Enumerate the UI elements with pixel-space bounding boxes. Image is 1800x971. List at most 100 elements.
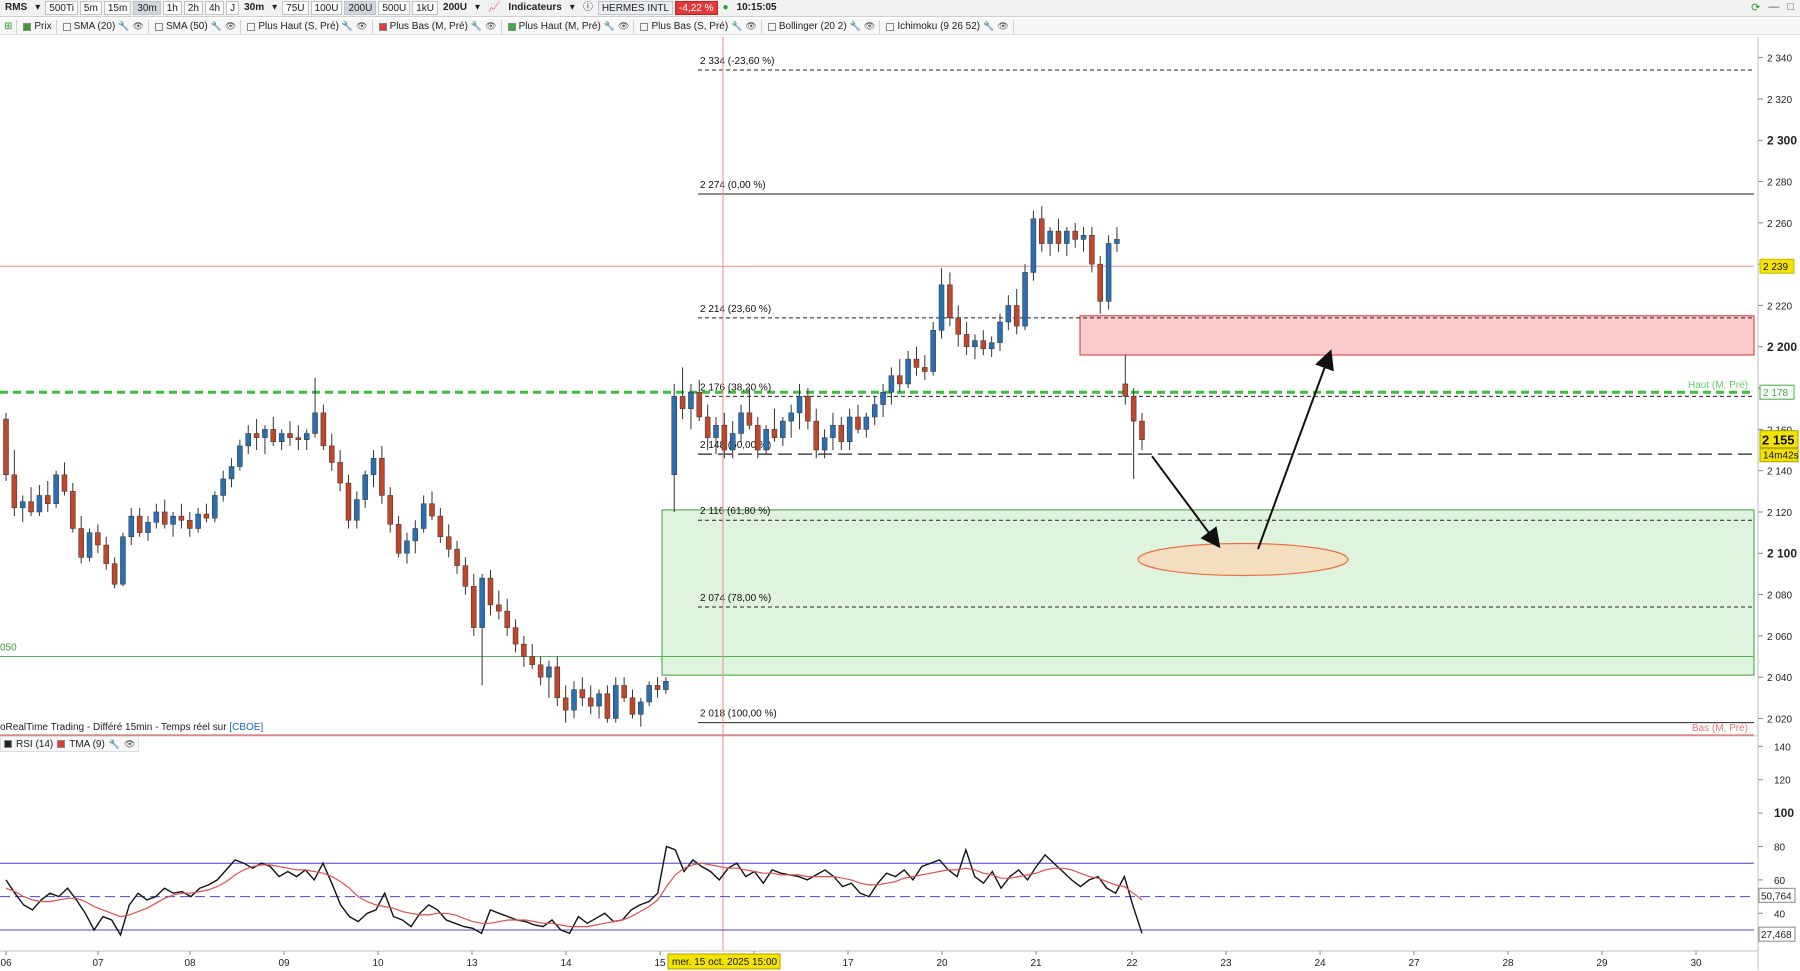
candle-body: [487, 577, 494, 606]
candle-body: [345, 482, 352, 521]
candle-body: [1039, 218, 1045, 244]
candle-body: [95, 532, 101, 546]
candle-body: [53, 474, 59, 504]
candle-body: [963, 334, 970, 348]
candle-body: [512, 627, 519, 645]
candle-body: [871, 404, 878, 418]
fib-level-label: 2 334 (-23,60 %): [700, 56, 775, 67]
candle-body: [262, 429, 268, 438]
rsi-layer: 140 120 100 80 60 40 50,764 27,468: [0, 742, 1796, 942]
time-tick-label: 29: [1596, 958, 1608, 969]
candle-body: [1030, 218, 1037, 273]
time-tick-label: 22: [1126, 958, 1138, 969]
price-tag-label: 2 239: [1763, 262, 1788, 273]
candle-body: [880, 391, 886, 405]
time-tick-label: 17: [842, 958, 854, 969]
candle-body: [587, 697, 594, 707]
candle-body: [253, 433, 260, 438]
candle-body: [28, 501, 34, 513]
candle-body: [19, 501, 26, 509]
candle-body: [270, 429, 277, 443]
time-tick-label: 27: [1408, 958, 1420, 969]
candle-body: [796, 396, 803, 414]
candle-body: [830, 424, 836, 438]
candle-body: [788, 412, 794, 422]
candle-body: [212, 495, 218, 519]
rsi-series-tma: [5, 862, 1143, 928]
rsi-tick-label: 40: [1774, 909, 1786, 920]
time-tick-label: 10: [372, 958, 384, 969]
fib-level-label: 2 214 (23,60 %): [700, 304, 771, 315]
time-tick-label: 23: [1220, 958, 1232, 969]
candle-body: [738, 412, 744, 434]
candle-body: [604, 693, 611, 719]
candle-body: [596, 693, 602, 707]
candle-body: [145, 522, 151, 533]
reference-line-left-label: 050: [0, 643, 17, 654]
candle-body: [529, 656, 535, 666]
candle-body: [3, 418, 9, 476]
rsi-label[interactable]: RSI (14): [16, 739, 53, 750]
rsi-value-tag-label: 50,764: [1761, 891, 1792, 902]
candle-body: [387, 495, 393, 525]
candle-body: [771, 429, 778, 438]
footer-note: oRealTime Trading - Différé 15min - Temp…: [0, 722, 263, 733]
candle-body: [404, 540, 410, 554]
price-tick-label: 2 200: [1767, 340, 1797, 354]
candle-body: [671, 396, 677, 476]
candle-body: [462, 565, 469, 587]
price-tag-label: 2 178: [1763, 388, 1788, 399]
countdown-label: 14m42s: [1763, 451, 1799, 462]
candle-body: [437, 515, 444, 538]
candle-body: [1055, 230, 1062, 244]
candle-body: [312, 412, 318, 434]
candle-body: [838, 424, 845, 443]
target-ellipse: [1137, 542, 1349, 577]
candle-body: [521, 643, 527, 657]
eye-icon[interactable]: 👁: [124, 739, 135, 750]
candle-body: [70, 491, 76, 529]
wrench-icon[interactable]: 🔧: [109, 739, 120, 750]
candle-body: [86, 532, 93, 558]
candle-body: [805, 396, 811, 422]
rsi-value-tag-label: 27,468: [1761, 930, 1792, 941]
candle-body: [329, 445, 335, 463]
time-tick-label: 24: [1314, 958, 1326, 969]
candle-body: [1005, 305, 1012, 323]
price-tick-label: 2 320: [1767, 95, 1792, 106]
candle-body: [354, 499, 360, 521]
candle-body: [103, 544, 109, 564]
candle-body: [228, 466, 235, 480]
rsi-swatch: [4, 740, 12, 748]
rsi-tick-label: 140: [1774, 742, 1791, 753]
candle-body: [504, 610, 510, 628]
time-tick-label: 21: [1030, 958, 1042, 969]
candle-body: [988, 342, 995, 350]
candle-body: [1114, 239, 1120, 244]
candle-body: [654, 685, 661, 690]
time-tick-label: 28: [1502, 958, 1514, 969]
price-tick-label: 2 060: [1767, 632, 1792, 643]
rsi-series-rsi: [5, 845, 1143, 937]
candle-body: [170, 515, 176, 525]
candle-body: [337, 462, 343, 484]
candle-body: [412, 528, 419, 542]
candle-body: [813, 420, 819, 451]
candle-body: [379, 458, 385, 496]
candle-body: [972, 340, 978, 348]
candle-body: [755, 424, 761, 451]
tma-swatch: [57, 740, 66, 748]
candle-body: [1122, 383, 1129, 397]
footer-link[interactable]: [CBOE]: [229, 722, 263, 733]
price-tick-label: 2 280: [1767, 178, 1792, 189]
tma-label[interactable]: TMA (9): [69, 739, 105, 750]
time-tick-label: 14: [560, 958, 572, 969]
candle-body: [1072, 230, 1078, 240]
candle-body: [629, 697, 636, 715]
price-tick-label: 2 080: [1767, 591, 1792, 602]
candle-body: [980, 340, 987, 350]
candle-body: [220, 478, 226, 496]
chart-canvas[interactable]: 050 Haut (M, Pré) Bas (M, Pré) 2 334 (-23,6…: [0, 0, 1800, 971]
candle-body: [888, 375, 895, 393]
candle-body: [579, 689, 586, 699]
